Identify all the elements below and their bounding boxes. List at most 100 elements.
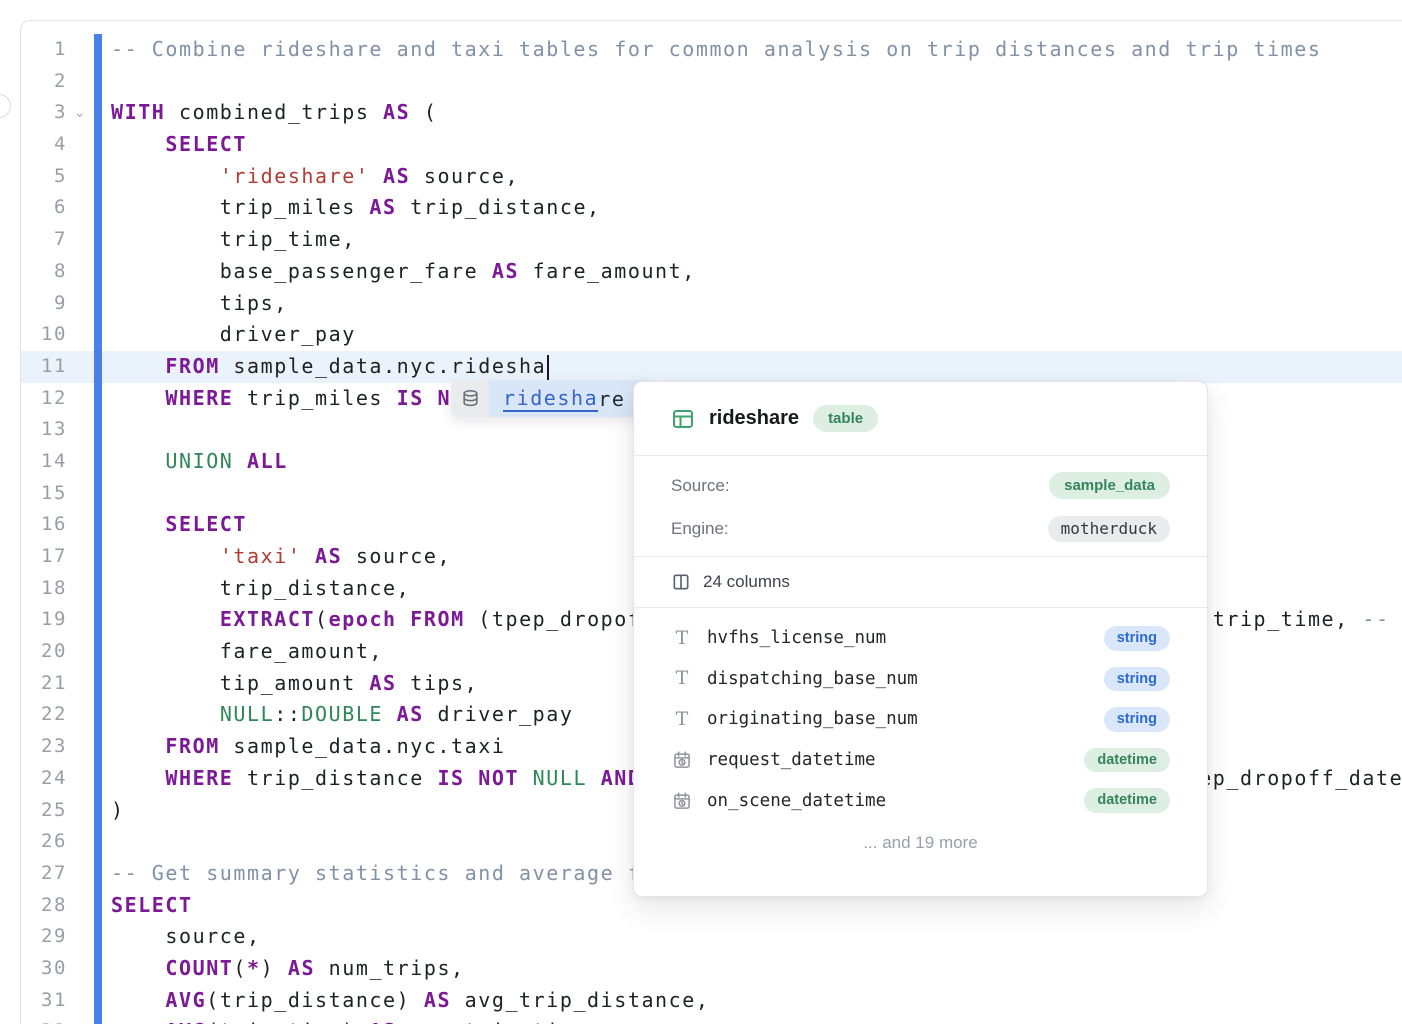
line-number: 28 bbox=[21, 890, 67, 922]
modified-lines-indicator bbox=[94, 446, 102, 478]
code-text: SELECT bbox=[111, 890, 193, 922]
code-text: ) bbox=[111, 795, 125, 827]
line-number: 17 bbox=[21, 541, 67, 573]
column-name: request_datetime bbox=[707, 750, 1084, 770]
code-text: AVG(trip_time) AS avg_trip_time, bbox=[111, 1016, 601, 1024]
modified-lines-indicator bbox=[94, 921, 102, 953]
modified-lines-indicator bbox=[94, 668, 102, 700]
autocomplete-item-rideshare[interactable]: rideshare bbox=[489, 380, 651, 417]
columns-count-label: 24 columns bbox=[703, 572, 790, 592]
code-text: trip_time, bbox=[111, 224, 356, 256]
column-type-badge: string bbox=[1104, 667, 1170, 692]
modified-lines-indicator bbox=[94, 509, 102, 541]
modified-lines-indicator bbox=[94, 573, 102, 605]
code-text: UNION ALL bbox=[111, 446, 288, 478]
modified-lines-indicator bbox=[94, 858, 102, 890]
code-text: AVG(trip_distance) AS avg_trip_distance, bbox=[111, 985, 709, 1017]
modified-lines-indicator bbox=[94, 192, 102, 224]
line-number: 31 bbox=[21, 985, 67, 1017]
autocomplete-popup: rideshare bbox=[451, 380, 651, 417]
modified-lines-indicator bbox=[94, 97, 102, 129]
line-number: 23 bbox=[21, 731, 67, 763]
line-number: 27 bbox=[21, 858, 67, 890]
line-number: 13 bbox=[21, 414, 67, 446]
columns-icon bbox=[671, 572, 691, 592]
table-type-badge: table bbox=[813, 405, 878, 432]
code-line[interactable]: 29 source, bbox=[21, 921, 1402, 953]
line-number: 14 bbox=[21, 446, 67, 478]
column-type-badge: datetime bbox=[1084, 788, 1170, 813]
code-line[interactable]: 5 'rideshare' AS source, bbox=[21, 161, 1402, 193]
column-name: dispatching_base_num bbox=[707, 669, 1104, 689]
code-line[interactable]: 3⌄ WITH combined_trips AS ( bbox=[21, 97, 1402, 129]
modified-lines-indicator bbox=[94, 129, 102, 161]
column-type-badge: string bbox=[1104, 626, 1170, 651]
line-number: 18 bbox=[21, 573, 67, 605]
code-text: source, bbox=[111, 921, 261, 953]
code-line[interactable]: 30 COUNT(*) AS num_trips, bbox=[21, 953, 1402, 985]
code-text: tips, bbox=[111, 288, 288, 320]
engine-row: Engine: motherduck bbox=[671, 507, 1170, 550]
line-number: 3 bbox=[21, 97, 67, 129]
code-text: driver_pay bbox=[111, 319, 356, 351]
table-name: rideshare bbox=[709, 407, 799, 430]
line-number: 25 bbox=[21, 795, 67, 827]
column-row: Toriginating_base_numstring bbox=[671, 699, 1170, 740]
column-row: Tdispatching_base_numstring bbox=[671, 659, 1170, 700]
code-line[interactable]: 4 SELECT bbox=[21, 129, 1402, 161]
code-text: tip_amount AS tips, bbox=[111, 668, 478, 700]
source-badge: sample_data bbox=[1049, 472, 1170, 499]
code-text: FROM sample_data.nyc.ridesha bbox=[111, 351, 549, 383]
code-line[interactable]: 1-- Combine rideshare and taxi tables fo… bbox=[21, 34, 1402, 66]
line-number: 5 bbox=[21, 161, 67, 193]
line-number: 1 bbox=[21, 34, 67, 66]
more-columns-label: ... and 19 more bbox=[634, 833, 1207, 853]
calendar-clock-icon bbox=[671, 750, 693, 770]
calendar-clock-icon bbox=[671, 791, 693, 811]
database-icon bbox=[451, 380, 489, 417]
line-number: 6 bbox=[21, 192, 67, 224]
code-text: SELECT bbox=[111, 129, 247, 161]
modified-lines-indicator bbox=[94, 826, 102, 858]
column-name: on_scene_datetime bbox=[707, 791, 1084, 811]
modified-lines-indicator bbox=[94, 763, 102, 795]
modified-lines-indicator bbox=[94, 288, 102, 320]
modified-lines-indicator bbox=[94, 731, 102, 763]
autocomplete-matched-text: ridesha bbox=[503, 386, 598, 412]
line-number: 7 bbox=[21, 224, 67, 256]
modified-lines-indicator bbox=[94, 66, 102, 98]
engine-badge: motherduck bbox=[1048, 516, 1170, 542]
modified-lines-indicator bbox=[94, 351, 102, 383]
text-icon: T bbox=[671, 710, 693, 729]
modified-lines-indicator bbox=[94, 890, 102, 922]
code-line[interactable]: 9 tips, bbox=[21, 288, 1402, 320]
column-name: hvfhs_license_num bbox=[707, 628, 1104, 648]
code-line[interactable]: 11 FROM sample_data.nyc.ridesha bbox=[21, 351, 1402, 383]
modified-lines-indicator bbox=[94, 414, 102, 446]
line-number: 8 bbox=[21, 256, 67, 288]
fold-chevron-icon[interactable]: ⌄ bbox=[67, 97, 94, 129]
modified-lines-indicator bbox=[94, 256, 102, 288]
code-line[interactable]: 10 driver_pay bbox=[21, 319, 1402, 351]
code-text: SELECT bbox=[111, 509, 247, 541]
line-number: 11 bbox=[21, 351, 67, 383]
line-number: 32 bbox=[21, 1016, 67, 1024]
code-line[interactable]: 2 bbox=[21, 66, 1402, 98]
modified-lines-indicator bbox=[94, 224, 102, 256]
line-number: 16 bbox=[21, 509, 67, 541]
code-line[interactable]: 7 trip_time, bbox=[21, 224, 1402, 256]
collapsed-panel-handle[interactable] bbox=[0, 94, 11, 118]
table-info-card: rideshare table Source: sample_data Engi… bbox=[633, 381, 1208, 897]
code-text: WITH combined_trips AS ( bbox=[111, 97, 437, 129]
autocomplete-rest-text: re bbox=[598, 387, 625, 411]
code-line[interactable]: 6 trip_miles AS trip_distance, bbox=[21, 192, 1402, 224]
column-type-badge: string bbox=[1104, 707, 1170, 732]
table-meta-section: Source: sample_data Engine: motherduck bbox=[634, 456, 1207, 557]
code-text: trip_miles AS trip_distance, bbox=[111, 192, 601, 224]
code-line[interactable]: 31 AVG(trip_distance) AS avg_trip_distan… bbox=[21, 985, 1402, 1017]
code-line[interactable]: 8 base_passenger_fare AS fare_amount, bbox=[21, 256, 1402, 288]
code-text: trip_distance, bbox=[111, 573, 410, 605]
code-line[interactable]: 32 AVG(trip_time) AS avg_trip_time, bbox=[21, 1016, 1402, 1024]
code-text: 'taxi' AS source, bbox=[111, 541, 451, 573]
code-text: FROM sample_data.nyc.taxi bbox=[111, 731, 505, 763]
